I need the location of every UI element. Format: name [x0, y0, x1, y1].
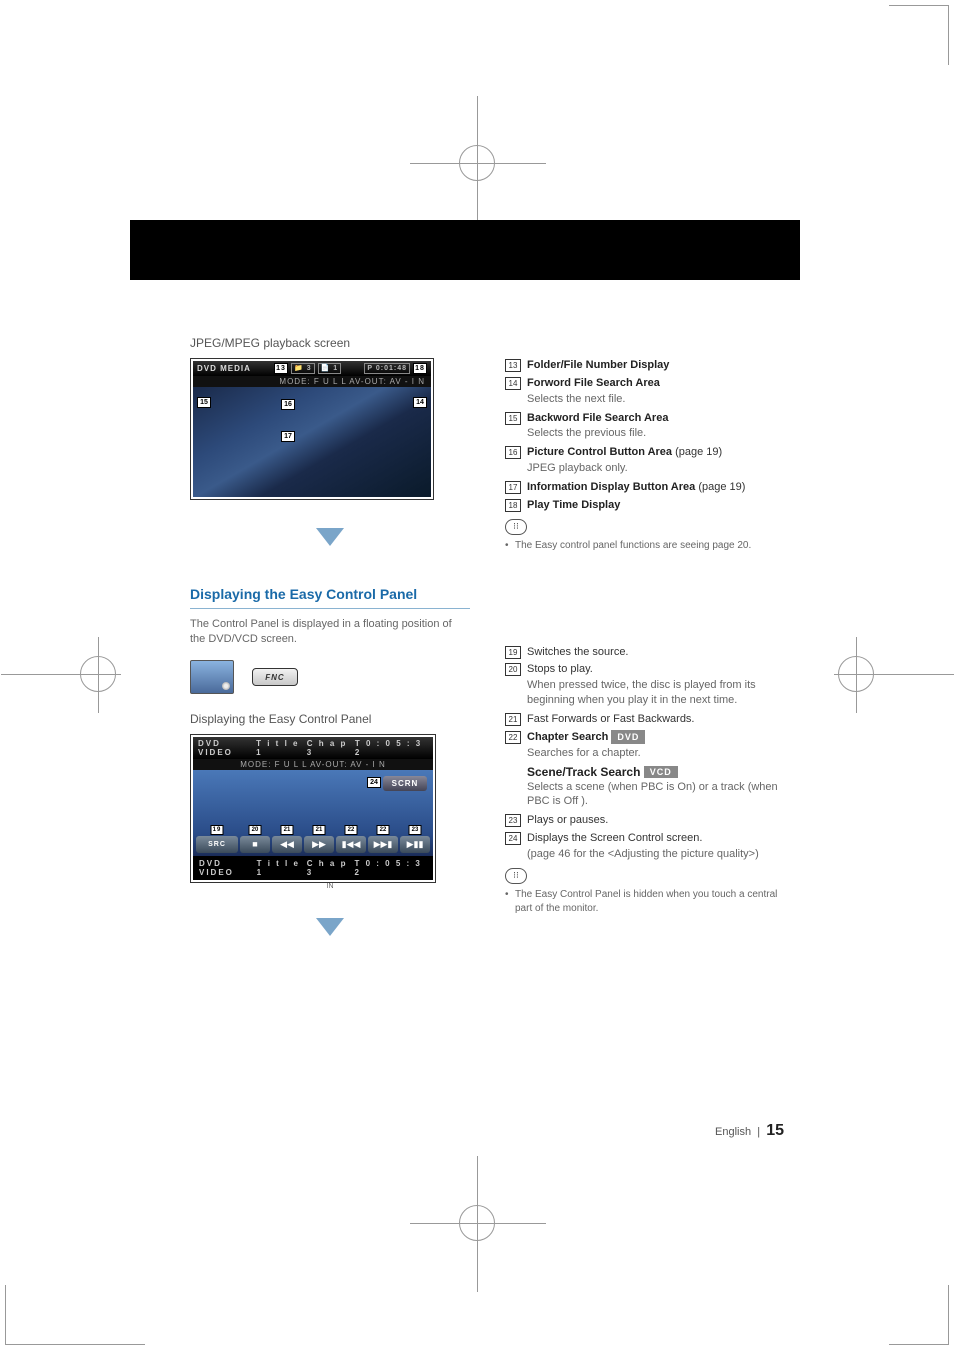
easy-control-panel-screen: DVD VIDEO T i t l e 1 C h a p 3 T 0 : 0 …: [190, 734, 436, 883]
folder-indicator: 📁 3: [291, 363, 315, 374]
dvd-badge: DVD: [611, 730, 645, 744]
section-desc: The Control Panel is displayed in a floa…: [190, 617, 470, 648]
note-2: The Easy Control Panel is hidden when yo…: [505, 888, 785, 916]
callout-13: 13: [274, 363, 288, 374]
chapter-header-bar: [130, 220, 800, 280]
legend-list-2: 19Switches the source. 20Stops to play. …: [505, 645, 785, 862]
callout-22a: 22: [345, 825, 358, 835]
callout-23: 23: [409, 825, 422, 835]
caption-2: Displaying the Easy Control Panel: [190, 712, 470, 726]
callout-14: 14: [413, 397, 427, 408]
section-title: Displaying the Easy Control Panel: [190, 586, 470, 602]
callout-17: 17: [281, 431, 295, 442]
control-strip: 19 SRC 20■ 21◀◀ 21▶▶ 22▮◀◀ 22▶▶▮ 23▶▮▮: [193, 834, 433, 856]
arrow-down-icon-2: [316, 918, 344, 936]
fnc-button[interactable]: FNC: [252, 668, 298, 686]
callout-15: 15: [197, 397, 211, 408]
rewind-button[interactable]: 21◀◀: [272, 836, 302, 853]
note-1: The Easy control panel functions are see…: [505, 539, 785, 553]
disc-thumbnail-icon: [190, 660, 234, 694]
play-pause-button[interactable]: 23▶▮▮: [400, 836, 430, 853]
jpeg-playback-screen: DVD MEDIA 13 📁 3 📄 1 P 0:01:48 18 MODE: …: [190, 358, 434, 500]
screen1-title: DVD MEDIA: [197, 364, 251, 373]
callout-21b: 21: [313, 825, 326, 835]
page-footer: English | 15: [715, 1122, 784, 1140]
legend-list-1: 13Folder/File Number Display 14Forword F…: [505, 358, 785, 513]
callout-19: 19: [211, 825, 224, 835]
prev-chapter-button[interactable]: 22▮◀◀: [336, 836, 366, 853]
mode-bar: MODE: F U L L AV-OUT: AV - I N: [193, 376, 431, 387]
vcd-badge: VCD: [644, 766, 678, 778]
callout-22b: 22: [377, 825, 390, 835]
next-chapter-button[interactable]: 22▶▶▮: [368, 836, 398, 853]
forward-button[interactable]: 21▶▶: [304, 836, 334, 853]
in-label: IN: [190, 883, 470, 890]
note-icon: ⁝⁝: [505, 519, 527, 535]
photo-area: 15 14 16 17: [193, 387, 431, 497]
playtime-indicator: P 0:01:48: [364, 363, 410, 374]
callout-24: 24: [367, 777, 381, 788]
note-icon-2: ⁝⁝: [505, 868, 527, 884]
file-indicator: 📄 1: [318, 363, 342, 374]
screen2-title: DVD VIDEO: [198, 739, 256, 757]
jpeg-caption: JPEG/MPEG playback screen: [190, 336, 470, 350]
callout-21a: 21: [281, 825, 294, 835]
callout-18: 18: [413, 363, 427, 374]
callout-16: 16: [281, 399, 295, 410]
src-button[interactable]: 19 SRC: [196, 836, 238, 853]
scrn-button[interactable]: SCRN: [383, 776, 427, 791]
arrow-down-icon: [316, 528, 344, 546]
stop-button[interactable]: 20■: [240, 836, 270, 853]
callout-20: 20: [249, 825, 262, 835]
mode-bar-2: MODE: F U L L AV-OUT: AV - I N: [193, 759, 433, 770]
